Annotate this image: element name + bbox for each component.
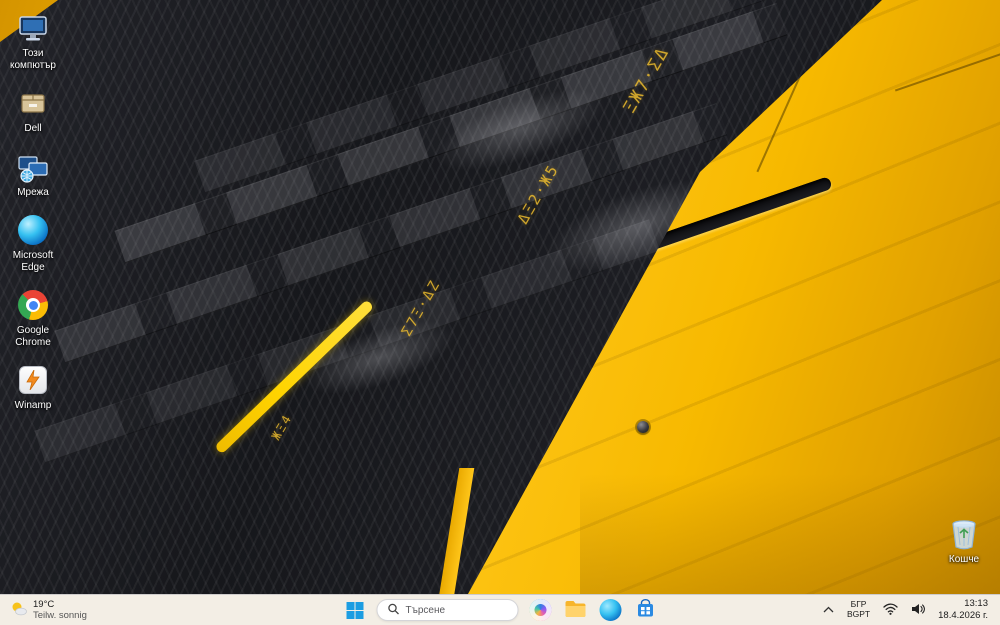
clock-date: 18.4.2026 г. — [938, 610, 988, 621]
clock[interactable]: 13:13 18.4.2026 г. — [936, 597, 990, 623]
icon-label: Мрежа — [17, 186, 49, 198]
wallpaper-yellow-bar — [438, 468, 475, 594]
network-icon — [16, 150, 50, 184]
store-button[interactable] — [633, 597, 659, 623]
search-input[interactable] — [405, 604, 506, 616]
chrome-icon — [16, 288, 50, 322]
weather-icon — [10, 600, 28, 621]
desktop-icon-winamp[interactable]: Winamp — [0, 358, 66, 416]
chevron-up-icon — [823, 605, 834, 616]
desktop-icon-this-pc[interactable]: Този компютър — [0, 6, 66, 75]
copilot-icon — [529, 599, 552, 621]
icon-label: Този компютър — [9, 48, 56, 71]
wifi-icon — [883, 603, 898, 618]
edge-button[interactable] — [598, 597, 624, 623]
taskbar-search[interactable] — [376, 599, 519, 621]
desktop-icon-edge[interactable]: Microsoft Edge — [0, 208, 66, 277]
weather-temp: 19°C — [33, 598, 55, 610]
wallpaper: ΞЖ7·ΣΔ ΔΞ2·Ж5 Σ7Ξ·ΔΖ ЖΞ4 — [0, 0, 1000, 594]
network-status[interactable] — [881, 597, 900, 623]
desktop-icon-recycle-bin[interactable]: Кошче — [933, 512, 995, 570]
icon-label: Microsoft Edge — [12, 250, 54, 273]
weather-widget[interactable]: 19°C Teilw. sonnig — [0, 595, 87, 625]
file-explorer-button[interactable] — [563, 597, 589, 623]
store-icon — [636, 598, 656, 622]
weather-condition: Teilw. sonnig — [33, 610, 87, 621]
edge-taskbar-icon — [599, 599, 622, 621]
search-icon — [388, 603, 400, 618]
clock-time: 13:13 — [964, 598, 988, 610]
taskbar-center — [342, 595, 659, 625]
this-pc-icon — [16, 11, 50, 45]
winamp-icon — [16, 363, 50, 397]
speaker-icon — [911, 603, 926, 618]
language-indicator[interactable]: БГР BGPT — [845, 597, 872, 623]
desktop-icon-chrome[interactable]: Google Chrome — [0, 283, 66, 352]
wallpaper-screw — [637, 421, 649, 433]
recycle-bin-icon — [947, 517, 981, 551]
volume-status[interactable] — [909, 597, 927, 623]
desktop-icon-dell[interactable]: Dell — [0, 81, 66, 139]
tray-chevron[interactable] — [821, 597, 836, 623]
desktop: ΞЖ7·ΣΔ ΔΞ2·Ж5 Σ7Ξ·ΔΖ ЖΞ4 Този компютър D… — [0, 0, 1000, 625]
taskbar: 19°C Teilw. sonnig Търсене БГР BGPT 13:1… — [0, 594, 1000, 625]
copilot-button[interactable] — [528, 597, 554, 623]
file-explorer-icon — [565, 600, 587, 621]
start-button[interactable] — [342, 597, 368, 623]
system-tray: БГР BGPT 13:13 18.4.2026 г. — [821, 595, 1000, 625]
icon-label: Кошче — [948, 554, 980, 565]
edge-icon — [16, 213, 50, 247]
desktop-icon-network[interactable]: Мрежа — [0, 145, 66, 203]
wallpaper-graffiti-4: ЖΞ4 — [268, 411, 295, 443]
icon-label: Dell — [24, 123, 42, 134]
icon-label: Google Chrome — [15, 325, 51, 348]
desktop-icon-column: Този компютър Dell Мрежа Microsoft Edge … — [0, 6, 66, 422]
dell-icon — [16, 86, 50, 120]
language-line2: BGPT — [846, 609, 871, 619]
icon-label: Winamp — [14, 400, 52, 411]
